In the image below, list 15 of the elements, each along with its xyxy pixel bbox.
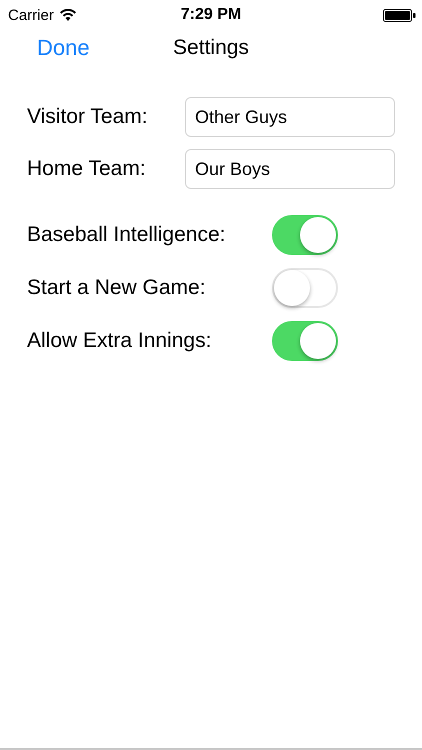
field-label: Visitor Team: bbox=[27, 105, 148, 129]
clock-time: 7:29 PM bbox=[180, 6, 242, 24]
field-label: Home Team: bbox=[27, 157, 146, 181]
toggle-switch[interactable] bbox=[272, 320, 338, 360]
screen-title: Settings bbox=[173, 36, 249, 60]
battery-icon bbox=[383, 8, 416, 22]
switch-label: Baseball Intelligence: bbox=[27, 222, 226, 246]
done-button[interactable]: Done bbox=[37, 35, 90, 61]
carrier-name: Carrier bbox=[8, 6, 54, 24]
switch-label: Allow Extra Innings: bbox=[27, 328, 212, 352]
wifi-icon bbox=[60, 9, 76, 21]
input-field[interactable]: Our Boys bbox=[185, 149, 395, 189]
toggle-switch[interactable] bbox=[272, 214, 338, 254]
input-field[interactable]: Other Guys bbox=[185, 97, 395, 137]
switch-label: Start a New Game: bbox=[27, 276, 206, 300]
